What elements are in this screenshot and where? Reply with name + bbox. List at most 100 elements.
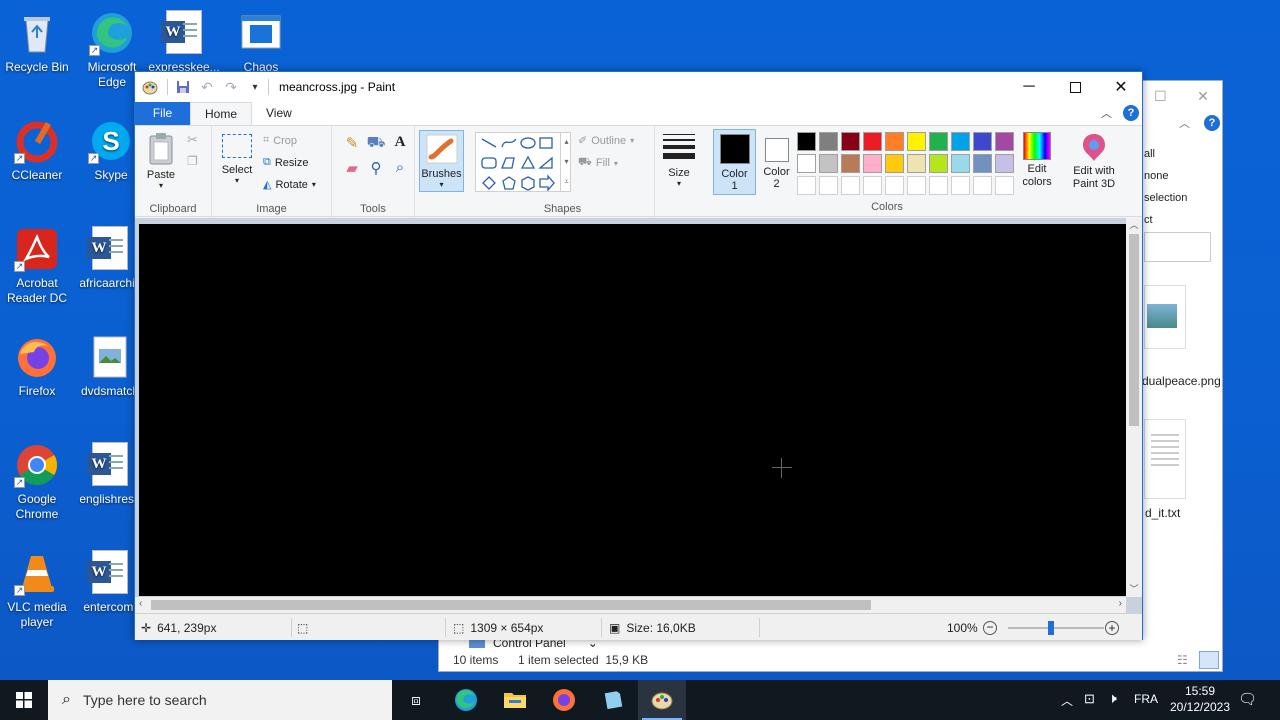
explorer-select-none[interactable]: none [1144, 165, 1187, 187]
language-indicator[interactable]: FRA [1134, 692, 1158, 706]
color-picker-icon[interactable]: ⚲ [364, 159, 388, 177]
palette-swatch[interactable] [797, 176, 816, 195]
clock[interactable]: 15:59 20/12/2023 [1166, 683, 1234, 715]
taskbar-file-explorer[interactable] [491, 680, 539, 720]
outline-button[interactable]: ✐ Outline ▾ [578, 134, 634, 148]
title-bar[interactable]: ↶ ↷ ▾ meancross.jpg - Paint ─ ✕ [135, 72, 1142, 102]
scroll-left-icon[interactable]: ‹ [139, 598, 142, 609]
notification-icon[interactable]: 🗨 [1238, 690, 1257, 708]
magnifier-icon[interactable]: ⌕ [388, 159, 412, 177]
crop-button[interactable]: ⌗ Crop [263, 134, 297, 147]
edit-with-paint3d-button[interactable]: Edit with Paint 3D [1068, 132, 1120, 191]
horizontal-scroll-thumb[interactable] [151, 600, 871, 610]
color2-button[interactable]: Color 2 [759, 129, 794, 195]
taskbar-edge[interactable] [442, 680, 490, 720]
text-tool-icon[interactable]: A [388, 134, 412, 153]
palette-swatch[interactable] [929, 176, 948, 195]
palette-swatch[interactable] [951, 176, 970, 195]
palette-swatch[interactable] [841, 154, 860, 173]
fill-bucket-icon[interactable]: ⛟ [364, 134, 388, 153]
cut-icon[interactable]: ✂ [187, 132, 198, 148]
palette-swatch[interactable] [885, 176, 904, 195]
color1-button[interactable]: Color 1 [713, 129, 756, 195]
palette-swatch[interactable] [995, 154, 1014, 173]
edit-colors-button[interactable]: Edit colors [1015, 132, 1059, 189]
volume-icon[interactable]: 🕨 [1108, 690, 1117, 707]
palette-swatch[interactable] [819, 154, 838, 173]
taskbar-notepad[interactable] [589, 680, 637, 720]
file-label-dualpeace[interactable]: dualpeace.png [1142, 374, 1222, 389]
shapes-scroll[interactable]: ▴ ▾ ⩡ [560, 132, 572, 192]
tab-view[interactable]: View [252, 102, 306, 125]
desktop-icon-acrobat[interactable]: ↗ Acrobat Reader DC [1, 220, 73, 306]
maximize-button[interactable] [1052, 72, 1098, 102]
help-icon[interactable]: ? [1123, 105, 1139, 121]
palette-swatch[interactable] [885, 132, 904, 151]
palette-swatch[interactable] [995, 176, 1014, 195]
zoom-out-button[interactable]: − [983, 614, 997, 641]
palette-swatch[interactable] [819, 176, 838, 195]
shapes-gallery[interactable] [475, 132, 571, 192]
desktop-icon-expresskee[interactable]: W expresskee... [148, 4, 220, 75]
eraser-icon[interactable]: ▰ [340, 159, 364, 177]
desktop-icon-firefox[interactable]: Firefox [1, 328, 73, 399]
fill-button[interactable]: ⛟ Fill ▾ [578, 156, 618, 170]
scroll-down-icon[interactable]: ﹀ [1126, 582, 1142, 595]
palette-swatch[interactable] [929, 154, 948, 173]
scroll-up-icon[interactable]: ︿ [1126, 218, 1142, 231]
taskbar-search[interactable]: ⌕ Type here to search [48, 680, 392, 720]
palette-swatch[interactable] [797, 132, 816, 151]
redo-icon[interactable]: ↷ [222, 78, 240, 96]
brushes-button[interactable]: Brushes ▾ [419, 130, 464, 192]
palette-swatch[interactable] [863, 132, 882, 151]
copy-icon[interactable]: ❐ [187, 154, 198, 168]
rotate-button[interactable]: ◭ Rotate ▾ [263, 178, 316, 192]
explorer-invert-selection[interactable]: selection [1144, 187, 1187, 209]
palette-swatch[interactable] [841, 176, 860, 195]
scroll-right-icon[interactable]: › [1119, 598, 1122, 609]
palette-swatch[interactable] [995, 132, 1014, 151]
vertical-scroll-thumb[interactable] [1129, 234, 1139, 426]
close-icon[interactable]: ✕ [1197, 88, 1209, 105]
details-view-icon[interactable]: ☷ [1177, 653, 1197, 669]
zoom-in-button[interactable]: + [1105, 614, 1119, 641]
palette-swatch[interactable] [885, 154, 904, 173]
paint-window[interactable]: ↶ ↷ ▾ meancross.jpg - Paint ─ ✕ File Hom… [134, 71, 1143, 640]
palette-swatch[interactable] [907, 176, 926, 195]
large-icons-view-icon[interactable] [1199, 651, 1219, 669]
palette-swatch[interactable] [819, 132, 838, 151]
palette-swatch[interactable] [863, 176, 882, 195]
txt-file-icon[interactable] [1144, 419, 1186, 499]
help-icon[interactable]: ? [1204, 115, 1220, 131]
tab-home[interactable]: Home [190, 102, 253, 125]
palette-swatch[interactable] [907, 132, 926, 151]
tab-file[interactable]: File [135, 102, 190, 125]
palette-swatch[interactable] [863, 154, 882, 173]
vertical-scrollbar[interactable]: ︿ ﹀ [1126, 218, 1142, 597]
palette-swatch[interactable] [951, 154, 970, 173]
taskbar-paint[interactable] [638, 680, 686, 720]
undo-icon[interactable]: ↶ [198, 78, 216, 96]
desktop-icon-chaos[interactable]: Chaos [225, 4, 297, 75]
resize-button[interactable]: ⧉ Resize [263, 156, 308, 169]
desktop-icon-vlc[interactable]: ↗ VLC media player [1, 544, 73, 630]
canvas-area[interactable]: ︿ ﹀ ‹ › [135, 218, 1142, 613]
desktop-icon-recycle-bin[interactable]: Recycle Bin [1, 4, 73, 75]
collapse-ribbon-icon[interactable]: ︿ [1179, 115, 1190, 131]
taskbar-firefox[interactable] [540, 680, 588, 720]
palette-swatch[interactable] [973, 132, 992, 151]
palette-swatch[interactable] [951, 132, 970, 151]
pencil-icon[interactable]: ✎ [340, 134, 364, 153]
explorer-select-all[interactable]: all [1144, 143, 1187, 165]
palette-swatch[interactable] [841, 132, 860, 151]
collapse-ribbon-icon[interactable]: ︿ [1101, 105, 1112, 121]
palette-swatch[interactable] [797, 154, 816, 173]
palette-swatch[interactable] [929, 132, 948, 151]
desktop-icon-ccleaner[interactable]: ↗ CCleaner [1, 112, 73, 183]
save-icon[interactable] [174, 78, 192, 96]
paste-button[interactable]: Paste ▾ [143, 132, 179, 190]
png-file-icon[interactable] [1144, 285, 1186, 349]
palette-swatch[interactable] [973, 176, 992, 195]
palette-swatch[interactable] [907, 154, 926, 173]
customize-quick-access-icon[interactable]: ▾ [246, 78, 264, 96]
